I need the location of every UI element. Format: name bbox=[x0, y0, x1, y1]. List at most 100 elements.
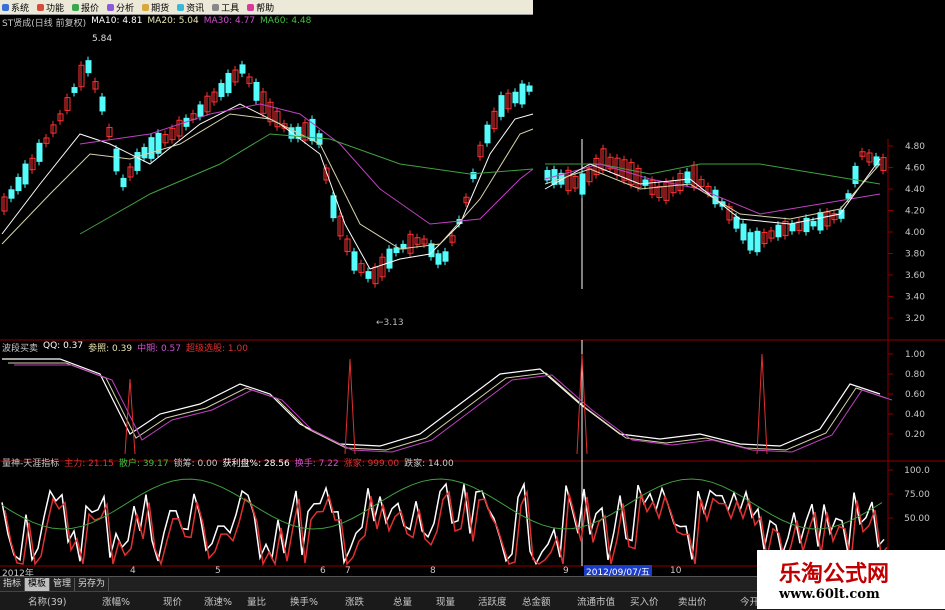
candle-body bbox=[120, 177, 127, 188]
candle-body bbox=[775, 224, 782, 238]
indicator2-down: 跌家: 14.00 bbox=[404, 459, 454, 469]
time-axis-label: 7 bbox=[345, 566, 351, 576]
candle-body bbox=[8, 189, 15, 199]
time-axis-label: 10 bbox=[670, 566, 682, 576]
indicator2-up: 涨家: 999.00 bbox=[343, 459, 400, 469]
ma30-value: MA30: 4.77 bbox=[203, 16, 256, 26]
ind1-ref-line bbox=[8, 362, 887, 451]
candle-body bbox=[113, 148, 120, 172]
column-header[interactable]: 涨速% bbox=[204, 594, 232, 608]
indicator1-name: 波段买卖 bbox=[2, 344, 39, 354]
candle-body bbox=[817, 212, 824, 231]
menu-item-label: 分析 bbox=[116, 3, 135, 14]
tab-2[interactable]: 管理 bbox=[50, 577, 76, 591]
stock-title: ST贤成(日线 前复权) bbox=[2, 19, 87, 29]
menu-item-label: 帮助 bbox=[256, 3, 275, 14]
candle-body bbox=[852, 165, 859, 185]
candle-body bbox=[442, 251, 449, 262]
candle-body bbox=[330, 195, 337, 219]
column-header[interactable]: 涨跌 bbox=[345, 594, 364, 608]
ma60-value: MA60: 4.48 bbox=[260, 16, 312, 26]
column-header[interactable]: 名称(39) bbox=[28, 594, 67, 608]
indicator1-mid: 中期: 0.57 bbox=[137, 344, 181, 354]
column-header[interactable]: 卖出价 bbox=[678, 594, 707, 608]
masked-area bbox=[533, 14, 945, 139]
ind1-signal-spike bbox=[344, 358, 356, 455]
candle-body bbox=[36, 142, 43, 162]
menu-item[interactable]: 帮助 bbox=[245, 1, 280, 14]
candle-body bbox=[253, 82, 260, 101]
column-header[interactable]: 买入价 bbox=[630, 594, 659, 608]
candle-body bbox=[740, 223, 747, 241]
menu-item-label: 报价 bbox=[81, 3, 100, 14]
candle-body bbox=[684, 171, 691, 184]
column-header[interactable]: 总量 bbox=[393, 594, 412, 608]
time-axis-label: 8 bbox=[430, 566, 436, 576]
tab-0[interactable]: 指标 bbox=[0, 577, 26, 591]
menu-item-label: 资讯 bbox=[186, 3, 205, 14]
menu-icon bbox=[212, 3, 220, 11]
column-header[interactable]: 量比 bbox=[247, 594, 266, 608]
time-axis: 2012年45678910112012/09/07/五 bbox=[0, 565, 888, 579]
menu-item[interactable]: 分析 bbox=[105, 1, 140, 14]
low-marker: ←3.13 bbox=[376, 318, 404, 328]
column-header[interactable]: 涨幅% bbox=[102, 594, 130, 608]
menu-item[interactable]: 功能 bbox=[35, 1, 70, 14]
tab-3[interactable]: 另存为 bbox=[75, 577, 110, 591]
price-tick-label: 3.80 bbox=[905, 250, 925, 260]
ind2-main-line bbox=[4, 489, 888, 567]
candle-body bbox=[22, 163, 29, 185]
high-marker-label: 5.84 bbox=[92, 34, 113, 44]
time-axis-label: 5 bbox=[215, 566, 221, 576]
watermark: 乐淘公式网 www.60lt.com bbox=[757, 550, 945, 609]
candle-body bbox=[789, 223, 796, 232]
indicator1-label: 波段买卖 QQ: 0.37 参照: 0.39 中期: 0.57 超级选股: 1.… bbox=[2, 341, 248, 354]
high-marker: 5.84 bbox=[92, 34, 112, 44]
candle-body bbox=[393, 247, 400, 254]
indicator2-label: 量神-天涯指标 主力: 21.15 散户: 39.17 锁筹: 0.00 获利盘… bbox=[2, 456, 454, 469]
ind1-tick-label: 0.20 bbox=[905, 430, 925, 440]
candle-body bbox=[484, 124, 491, 144]
watermark-url: www.60lt.com bbox=[779, 587, 880, 602]
candle-body bbox=[351, 251, 358, 271]
ind1-signal-spike bbox=[756, 353, 768, 455]
column-header[interactable]: 流通市值 bbox=[577, 594, 615, 608]
price-tick-label: 4.80 bbox=[905, 142, 925, 152]
menu-item-label: 功能 bbox=[46, 3, 65, 14]
menu-item[interactable]: 系统 bbox=[0, 1, 35, 14]
candle-body bbox=[141, 147, 148, 159]
tab-1[interactable]: 模板 bbox=[25, 577, 51, 591]
column-header[interactable]: 换手% bbox=[290, 594, 318, 608]
menu-icon bbox=[142, 3, 150, 11]
candle-body bbox=[386, 248, 393, 269]
price-tick-label: 4.60 bbox=[905, 164, 925, 174]
ind1-tick-label: 1.00 bbox=[905, 350, 925, 360]
candle-body bbox=[15, 176, 22, 192]
indicator1-ref: 参照: 0.39 bbox=[88, 344, 133, 354]
price-tick-label: 4.00 bbox=[905, 228, 925, 238]
chart-canvas[interactable]: 4.80 4.60 4.40 4.20 4.00 3.80 3.60 3.40 3.20 1.00… bbox=[0, 14, 945, 590]
column-header[interactable]: 总金额 bbox=[522, 594, 551, 608]
indicator2-lock: 锁筹: 0.00 bbox=[173, 459, 218, 469]
candle-body bbox=[134, 152, 141, 171]
menu-item[interactable]: 期货 bbox=[140, 1, 175, 14]
column-header[interactable]: 现价 bbox=[163, 594, 182, 608]
candle-body bbox=[754, 230, 761, 253]
menu-icon bbox=[2, 3, 9, 11]
menu-icon bbox=[177, 3, 185, 11]
menu-item[interactable]: 工具 bbox=[210, 1, 245, 14]
candle-body bbox=[85, 60, 92, 74]
ind2-tick-label: 100.0 bbox=[904, 466, 930, 476]
candle-body bbox=[519, 83, 526, 105]
menu-item[interactable]: 报价 bbox=[70, 1, 105, 14]
indicator2-turnover: 换手: 7.22 bbox=[294, 459, 339, 469]
ind2-tick-label: 50.00 bbox=[904, 514, 930, 524]
menu-item[interactable]: 资讯 bbox=[175, 1, 210, 14]
price-tick-label: 4.20 bbox=[905, 207, 925, 217]
column-header[interactable]: 现量 bbox=[436, 594, 455, 608]
column-header[interactable]: 活跃度 bbox=[478, 594, 507, 608]
menu-item-label: 期货 bbox=[151, 3, 170, 14]
candle-body bbox=[712, 189, 719, 205]
candle-body bbox=[642, 179, 649, 186]
candle-body bbox=[579, 173, 586, 195]
